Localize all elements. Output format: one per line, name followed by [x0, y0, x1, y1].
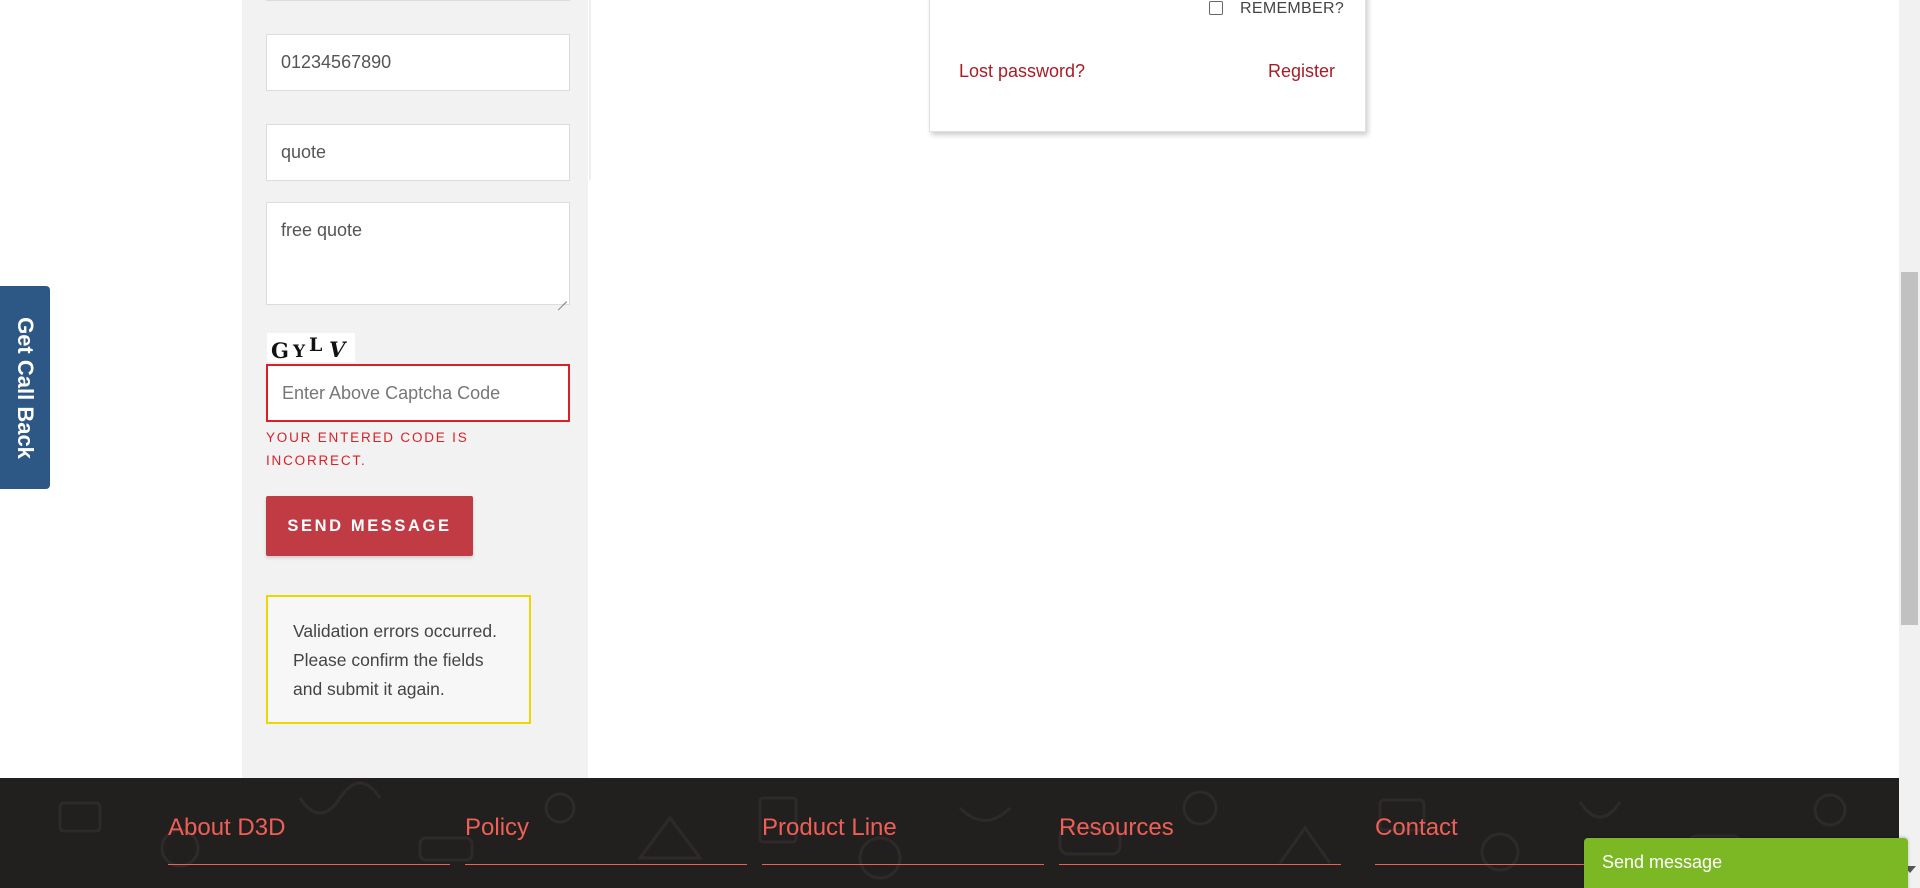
- captcha-char: V: [329, 337, 346, 362]
- captcha-image: G Y L V: [267, 333, 355, 363]
- send-message-chat-widget[interactable]: Send message: [1584, 838, 1908, 888]
- footer-heading-contact[interactable]: Contact: [1375, 814, 1458, 842]
- footer-heading-policy[interactable]: Policy: [465, 814, 529, 842]
- footer-divider: [1375, 864, 1595, 865]
- page: 01234567890 quote free quote G Y L V YOU…: [0, 0, 1920, 888]
- captcha-char: Y: [293, 342, 306, 362]
- get-call-back-tab[interactable]: Get Call Back: [0, 286, 50, 489]
- name-field[interactable]: [266, 0, 570, 1]
- resize-grip-icon[interactable]: [557, 292, 567, 302]
- send-message-button[interactable]: SEND MESSAGE: [266, 496, 473, 556]
- remember-label: REMEMBER?: [1240, 0, 1345, 17]
- lost-password-link[interactable]: Lost password?: [959, 61, 1085, 82]
- message-textarea[interactable]: free quote: [266, 202, 570, 305]
- footer-heading-about[interactable]: About D3D: [168, 814, 285, 842]
- captcha-char: L: [309, 334, 323, 356]
- footer-divider: [1059, 864, 1341, 865]
- footer-heading-resources[interactable]: Resources: [1059, 814, 1174, 842]
- message-textarea-value: free quote: [281, 220, 363, 240]
- get-call-back-label: Get Call Back: [13, 316, 38, 459]
- captcha-error-message: YOUR ENTERED CODE IS INCORRECT.: [266, 430, 469, 468]
- footer-heading-product-line[interactable]: Product Line: [762, 814, 897, 842]
- chat-widget-label: Send message: [1602, 852, 1723, 872]
- footer-divider: [762, 864, 1044, 865]
- captcha-input[interactable]: [266, 364, 570, 422]
- footer-divider: [465, 864, 747, 865]
- subject-field-value: quote: [281, 142, 327, 162]
- validation-error-text: Validation errors occurred. Please confi…: [293, 621, 497, 699]
- remember-checkbox[interactable]: [1209, 1, 1223, 15]
- column-divider: [589, 0, 591, 180]
- scrollbar-thumb[interactable]: [1901, 272, 1918, 625]
- footer-divider: [168, 864, 450, 865]
- subject-field[interactable]: quote: [266, 124, 570, 181]
- register-link[interactable]: Register: [1268, 61, 1335, 82]
- phone-field[interactable]: 01234567890: [266, 34, 570, 91]
- phone-field-value: 01234567890: [281, 52, 392, 72]
- captcha-char: G: [271, 338, 289, 363]
- validation-error-box: Validation errors occurred. Please confi…: [266, 595, 531, 724]
